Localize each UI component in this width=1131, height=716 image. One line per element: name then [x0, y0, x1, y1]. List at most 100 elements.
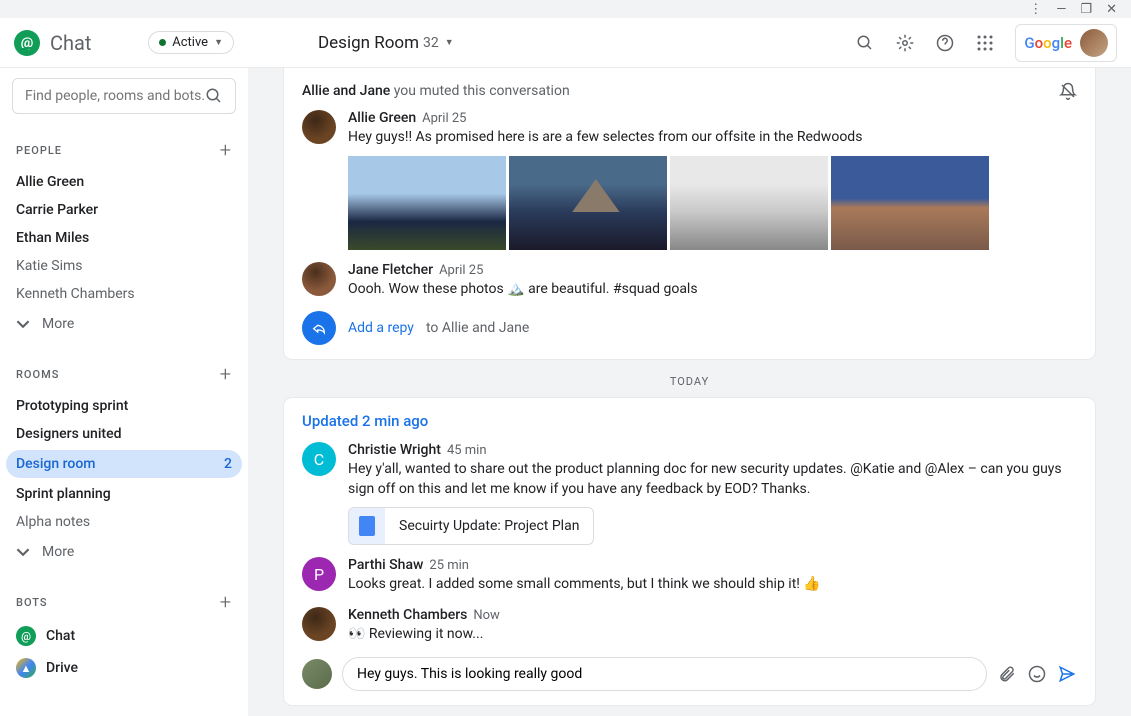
apps-grid-icon[interactable]	[975, 33, 995, 53]
bot-item-drive[interactable]: ▲ Drive	[12, 652, 236, 684]
message-text: Hey guys!! As promised here is are a few…	[348, 128, 1077, 148]
search-icon[interactable]	[205, 87, 223, 105]
search-icon[interactable]	[855, 33, 875, 53]
main-content: Allie and Jane you muted this conversati…	[248, 68, 1131, 716]
room-item[interactable]: Designers united	[12, 420, 236, 448]
search-input[interactable]	[25, 88, 205, 104]
rooms-section-header: ROOMS +	[12, 356, 236, 392]
room-item-active[interactable]: Design room 2	[6, 450, 242, 478]
message: Kenneth Chambers Now 👀 Reviewing it now..…	[302, 607, 1077, 645]
chevron-down-icon: ▼	[214, 37, 223, 48]
topbar: @ Chat Active ▼ Design Room 32 ▼ Google	[0, 18, 1131, 68]
status-dot-icon	[159, 39, 166, 46]
person-item[interactable]: Allie Green	[12, 168, 236, 196]
chat-logo-icon: @	[14, 30, 40, 56]
rooms-more[interactable]: More	[12, 536, 236, 568]
room-item[interactable]: Sprint planning	[12, 480, 236, 508]
google-logo: Google	[1024, 34, 1072, 52]
message-author: Christie Wright	[348, 442, 441, 458]
avatar[interactable]	[302, 607, 336, 641]
message-time: April 25	[439, 263, 483, 278]
person-item[interactable]: Carrie Parker	[12, 196, 236, 224]
chevron-down-icon	[16, 545, 30, 559]
add-person-icon[interactable]: +	[220, 138, 232, 162]
profile-avatar[interactable]	[1080, 29, 1108, 57]
emoji-icon[interactable]	[1027, 664, 1047, 684]
people-section-header: PEOPLE +	[12, 132, 236, 168]
add-bot-icon[interactable]: +	[220, 590, 232, 614]
people-section-title: PEOPLE	[16, 144, 62, 157]
photo-thumbnail[interactable]	[831, 156, 989, 250]
compose-input[interactable]	[342, 657, 987, 691]
add-room-icon[interactable]: +	[220, 362, 232, 386]
bot-item-chat[interactable]: @ Chat	[12, 620, 236, 652]
search-box[interactable]	[12, 78, 236, 114]
thread-header: Allie and Jane you muted this conversati…	[302, 82, 1077, 100]
compose-row	[302, 657, 1077, 691]
help-icon[interactable]	[935, 33, 955, 53]
window-more-icon[interactable]: ⋮	[1029, 2, 1042, 17]
thread-card: Allie and Jane you muted this conversati…	[284, 68, 1095, 359]
window-titlebar: ⋮ — ❐ ✕	[0, 0, 1131, 18]
photo-thumbnail[interactable]	[348, 156, 506, 250]
photo-thumbnail[interactable]	[509, 156, 667, 250]
avatar[interactable]	[302, 262, 336, 296]
message-text: Hey y'all, wanted to share out the produ…	[348, 460, 1077, 499]
doc-attachment[interactable]: Secuirty Update: Project Plan	[348, 507, 594, 545]
status-selector[interactable]: Active ▼	[148, 31, 234, 54]
bots-section-header: BOTS +	[12, 584, 236, 620]
attach-icon[interactable]	[997, 664, 1017, 684]
app-name: Chat	[50, 31, 91, 55]
avatar[interactable]: P	[302, 557, 336, 591]
room-item[interactable]: Prototyping sprint	[12, 392, 236, 420]
unread-badge: 2	[224, 456, 232, 472]
message-author: Kenneth Chambers	[348, 607, 467, 623]
message: Jane FletcherApril 25 Oooh. Wow these ph…	[302, 262, 1077, 300]
add-reply-link[interactable]: Add a repy	[348, 320, 414, 336]
thread-updated-label: Updated 2 min ago	[302, 412, 1077, 430]
message-text: 👀 Reviewing it now...	[348, 625, 1077, 645]
room-item[interactable]: Alpha notes	[12, 508, 236, 536]
window-close-icon[interactable]: ✕	[1106, 2, 1117, 17]
doc-name: Secuirty Update: Project Plan	[385, 518, 593, 534]
rooms-section-title: ROOMS	[16, 368, 59, 381]
thread-participants: Allie and Jane	[302, 83, 390, 99]
photo-thumbnail[interactable]	[670, 156, 828, 250]
status-label: Active	[172, 35, 208, 50]
avatar[interactable]	[302, 110, 336, 144]
date-divider: TODAY	[284, 375, 1095, 388]
message-author: Parthi Shaw	[348, 557, 423, 573]
google-account-switcher[interactable]: Google	[1015, 24, 1117, 62]
reply-button[interactable]	[302, 311, 336, 345]
room-title[interactable]: Design Room	[318, 33, 419, 53]
settings-icon[interactable]	[895, 33, 915, 53]
person-item[interactable]: Kenneth Chambers	[12, 280, 236, 308]
message-time: Now	[473, 608, 499, 623]
chevron-down-icon[interactable]: ▼	[445, 37, 454, 48]
room-member-count: 32	[423, 35, 439, 51]
message-author: Allie Green	[348, 110, 416, 126]
people-more[interactable]: More	[12, 308, 236, 340]
self-avatar[interactable]	[302, 659, 332, 689]
send-icon[interactable]	[1057, 664, 1077, 684]
window-minimize-icon[interactable]: —	[1056, 2, 1066, 17]
reply-to-text: to Allie and Jane	[426, 320, 529, 336]
window-maximize-icon[interactable]: ❐	[1080, 2, 1092, 17]
mute-bell-icon[interactable]	[1059, 82, 1077, 100]
doc-icon	[349, 508, 385, 544]
drive-bot-icon: ▲	[16, 658, 36, 678]
message: P Parthi Shaw 25 min Looks great. I added…	[302, 557, 1077, 595]
message-time: 25 min	[429, 558, 469, 573]
message-time: 45 min	[447, 443, 487, 458]
person-item[interactable]: Katie Sims	[12, 252, 236, 280]
thread-card: Updated 2 min ago C Christie Wright 45 mi…	[284, 398, 1095, 704]
chat-bot-icon: @	[16, 626, 36, 646]
photo-attachments	[348, 156, 1077, 250]
message-text: Looks great. I added some small comments…	[348, 575, 1077, 595]
message: Allie GreenApril 25 Hey guys!! As promis…	[302, 110, 1077, 250]
chevron-down-icon	[16, 317, 30, 331]
person-item[interactable]: Ethan Miles	[12, 224, 236, 252]
bots-section-title: BOTS	[16, 596, 48, 609]
reply-row: Add a repy to Allie and Jane	[302, 311, 1077, 345]
avatar[interactable]: C	[302, 442, 336, 476]
